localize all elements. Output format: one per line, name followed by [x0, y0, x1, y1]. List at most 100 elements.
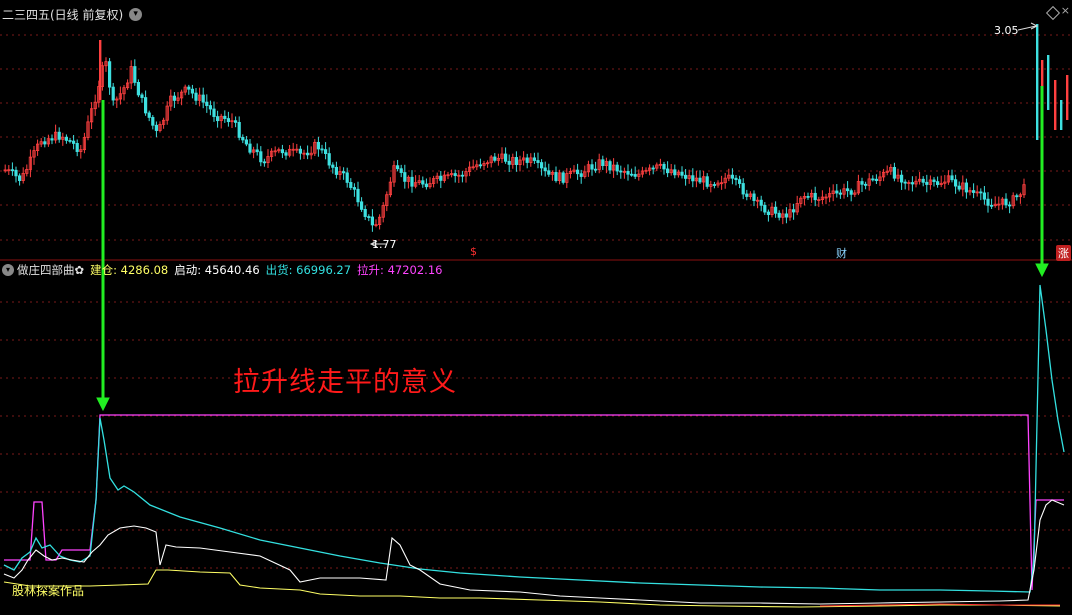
candle-body	[691, 175, 695, 182]
indicator-lasheng: 拉升: 47202.16	[357, 262, 442, 278]
candle-body	[651, 167, 655, 170]
candle-body	[910, 182, 915, 185]
candle-body	[684, 174, 688, 179]
candle-body	[777, 212, 781, 218]
candle-body	[316, 141, 321, 150]
candle-body	[766, 211, 771, 216]
candle-body	[900, 174, 904, 183]
candle-body	[561, 172, 565, 183]
candle-body	[50, 138, 54, 141]
candle-body	[460, 174, 465, 177]
price-high-label: 3.05	[994, 24, 1019, 37]
candle-body	[226, 118, 230, 123]
candle-body	[244, 139, 248, 145]
candle-body	[352, 187, 357, 190]
candle-body	[334, 166, 339, 175]
candle-body	[986, 198, 990, 206]
high-pointer	[1017, 22, 1039, 31]
candle-body	[813, 192, 817, 201]
indicator-value: 47202.16	[387, 263, 443, 277]
candle-body	[111, 86, 115, 101]
candle-body	[864, 183, 868, 186]
candle-body	[172, 95, 176, 101]
candle-body	[932, 179, 936, 183]
indicator-jiancang: 建仓: 4286.08	[90, 262, 168, 278]
indicator-name[interactable]: 做庄四部曲✿	[17, 262, 84, 278]
candle-body	[633, 174, 637, 177]
candle-body	[359, 201, 364, 210]
candle-body	[1036, 24, 1039, 140]
candle-body	[14, 169, 18, 177]
candle-body	[554, 172, 558, 181]
candle-body	[608, 161, 612, 171]
candle-body	[421, 180, 425, 185]
candle-body	[903, 181, 907, 184]
candle-body	[140, 94, 144, 98]
candle-body	[323, 149, 328, 154]
dividend-marker[interactable]: $	[470, 245, 477, 258]
candle-body	[698, 177, 702, 183]
candle-body	[341, 171, 346, 174]
candle-body	[738, 179, 742, 184]
candle-body	[331, 164, 335, 168]
candle-body	[792, 209, 796, 213]
candle-body	[187, 86, 191, 90]
indicator-value: 45640.46	[204, 263, 260, 277]
candle-body	[950, 175, 954, 181]
price-low-label: 1.77	[372, 238, 397, 251]
candle-body	[774, 206, 778, 214]
candle-body	[514, 157, 519, 165]
indicator-value: 66996.27	[296, 263, 352, 277]
lasheng-line	[4, 414, 1064, 591]
candle-body	[241, 137, 245, 141]
candle-body	[547, 170, 551, 175]
qidong-line	[3, 499, 1065, 605]
candle-body	[536, 160, 540, 163]
candle-body	[874, 178, 879, 181]
candle-body	[108, 61, 112, 88]
candle-body	[223, 115, 227, 119]
candle-body	[741, 183, 745, 195]
candle-body	[752, 193, 756, 201]
candle-body	[410, 176, 414, 187]
indicator-label: 出货:	[265, 263, 293, 277]
candle-body	[215, 116, 220, 122]
candle-body	[594, 168, 598, 171]
candle-body	[345, 172, 349, 183]
stock-chart-canvas[interactable]	[0, 0, 1072, 615]
candle-body	[478, 164, 483, 167]
candle-body	[72, 140, 76, 144]
jiancang-line	[3, 569, 1061, 608]
candle-body	[370, 216, 375, 226]
candle-body	[233, 120, 238, 123]
green-arrow-left	[96, 100, 110, 412]
limit-up-marker[interactable]: 涨	[1056, 245, 1071, 261]
candle-body	[68, 140, 72, 142]
candle-body	[64, 136, 68, 141]
chevron-down-icon[interactable]: ▾	[2, 264, 14, 276]
candle-body	[964, 182, 969, 193]
author-label: 股林探案作品	[12, 584, 85, 598]
candle-body	[237, 121, 241, 138]
indicator-label: 建仓:	[90, 263, 118, 277]
candle-body	[712, 184, 717, 186]
candle-body	[954, 179, 958, 187]
candle-body	[503, 153, 508, 162]
finance-marker[interactable]: 财	[836, 245, 847, 261]
candle-body	[543, 167, 547, 172]
candle-body	[759, 199, 763, 206]
candle-body	[936, 181, 940, 185]
candle-body	[133, 66, 137, 83]
candle-body	[590, 164, 594, 170]
candle-body	[349, 182, 353, 188]
candle-body	[154, 124, 158, 131]
candle-body	[493, 156, 497, 161]
candle-body	[17, 175, 22, 181]
candle-body	[576, 169, 580, 175]
candle-body	[143, 97, 148, 114]
indicator-value: 4286.08	[120, 263, 169, 277]
candle-body	[662, 163, 666, 170]
candle-body	[147, 112, 151, 118]
candle-body	[630, 173, 634, 176]
candle-body	[673, 169, 677, 176]
